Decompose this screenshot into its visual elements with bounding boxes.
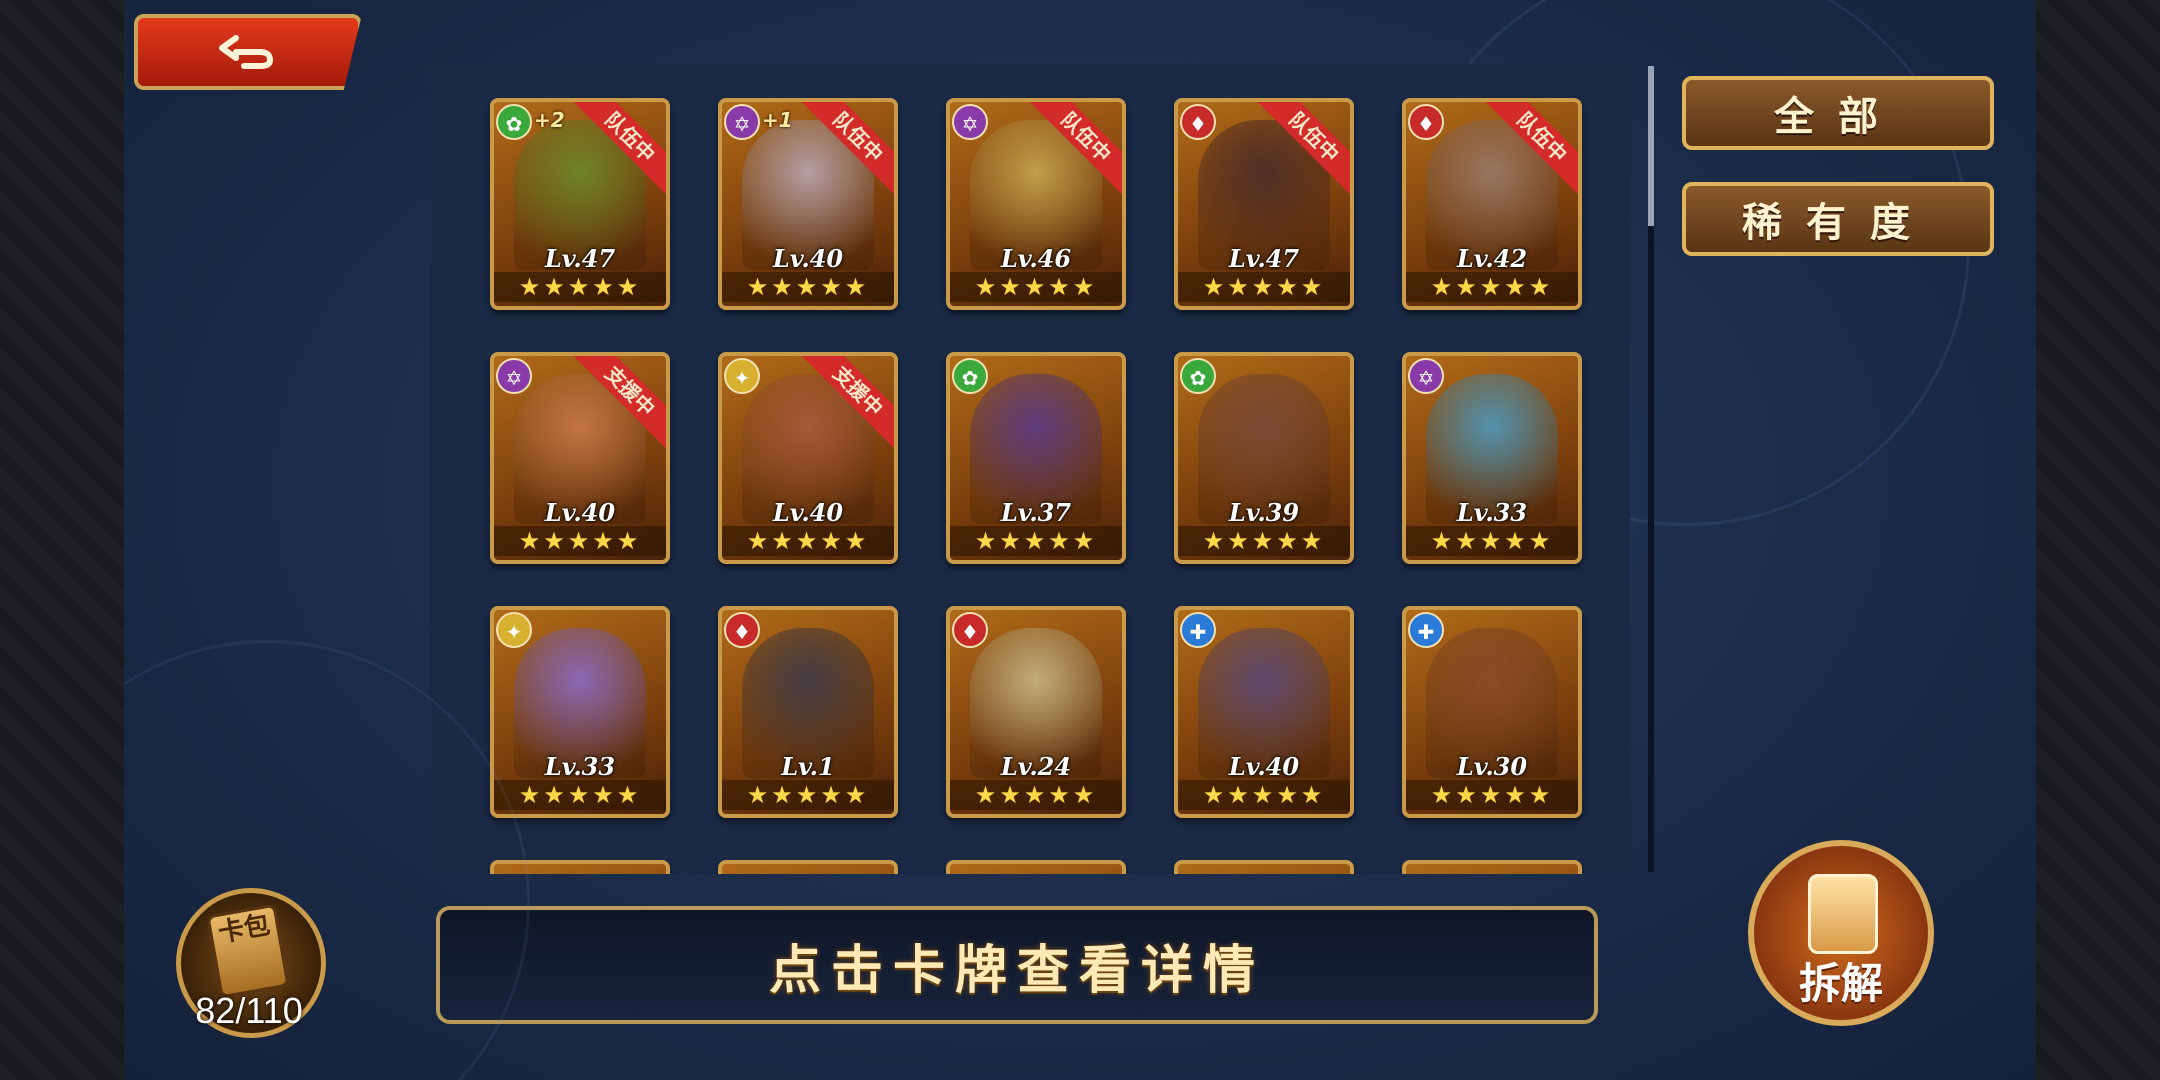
back-arrow-icon [219, 35, 273, 69]
decompose-label: 拆解 [1798, 959, 1883, 1008]
card-level: Lv.47 [544, 244, 616, 273]
decompose-button[interactable]: 拆解 [1748, 840, 1934, 1026]
character-card[interactable]: ✚ Lv.30 ★★★★★ [1402, 606, 1582, 818]
card-level: Lv.39 [1228, 498, 1300, 527]
card-star-rating: ★★★★★ [494, 272, 666, 302]
character-card[interactable] [1402, 860, 1582, 874]
card-level: Lv.40 [772, 244, 844, 273]
card-star-rating: ★★★★★ [950, 272, 1122, 302]
card-inventory-screen: ✿ +2 队伍中 Lv.47 ★★★★★ ✡ +1 队伍中 Lv.40 ★★★★★ ✡ 队伍中 Lv.4… [124, 0, 2036, 1080]
card-level: Lv.37 [1000, 498, 1072, 527]
red-element-icon: ♦ [1180, 104, 1216, 140]
purple-element-icon: ✡ [496, 358, 532, 394]
character-card[interactable] [946, 860, 1126, 874]
card-star-rating: ★★★★★ [1178, 526, 1350, 556]
card-level: Lv.33 [544, 752, 616, 781]
yellow-element-icon: ✦ [496, 612, 532, 648]
card-star-rating: ★★★★★ [494, 780, 666, 810]
character-card[interactable]: ✡ 支援中 Lv.40 ★★★★★ [490, 352, 670, 564]
character-card[interactable]: ✿ Lv.37 ★★★★★ [946, 352, 1126, 564]
character-card[interactable]: ♦ Lv.1 ★★★★★ [718, 606, 898, 818]
hint-bar: 点击卡牌查看详情 [436, 906, 1598, 1024]
green-element-icon: ✿ [1180, 358, 1216, 394]
character-card[interactable]: ✡ +1 队伍中 Lv.40 ★★★★★ [718, 98, 898, 310]
card-level: Lv.40 [772, 498, 844, 527]
card-star-rating: ★★★★★ [1178, 272, 1350, 302]
card-grid-scrollbar[interactable] [1648, 66, 1654, 872]
character-card[interactable]: ♦ 队伍中 Lv.47 ★★★★★ [1174, 98, 1354, 310]
character-card[interactable] [490, 860, 670, 874]
red-element-icon: ♦ [952, 612, 988, 648]
card-star-rating: ★★★★★ [1406, 272, 1578, 302]
card-star-rating: ★★★★★ [722, 526, 894, 556]
card-grid[interactable]: ✿ +2 队伍中 Lv.47 ★★★★★ ✡ +1 队伍中 Lv.40 ★★★★★ ✡ 队伍中 Lv.4… [430, 64, 1630, 874]
card-pack-count: 82/110 [195, 990, 303, 1031]
character-card[interactable]: ✿ Lv.39 ★★★★★ [1174, 352, 1354, 564]
red-element-icon: ♦ [1408, 104, 1444, 140]
green-element-icon: ✿ [952, 358, 988, 394]
character-card[interactable] [1174, 860, 1354, 874]
purple-element-icon: ✡ [1408, 358, 1444, 394]
character-card[interactable]: ✦ 支援中 Lv.40 ★★★★★ [718, 352, 898, 564]
purple-element-icon: ✡ [952, 104, 988, 140]
character-card[interactable]: ♦ Lv.24 ★★★★★ [946, 606, 1126, 818]
character-card[interactable]: ✡ 队伍中 Lv.46 ★★★★★ [946, 98, 1126, 310]
character-card[interactable]: ✿ +2 队伍中 Lv.47 ★★★★★ [490, 98, 670, 310]
right-border [2036, 0, 2160, 1080]
character-card[interactable]: ✚ Lv.40 ★★★★★ [1174, 606, 1354, 818]
card-pack-button[interactable]: 卡包 [176, 888, 326, 1038]
card-level: Lv.33 [1456, 498, 1528, 527]
green-element-icon: ✿ [496, 104, 532, 140]
filter-rarity-button[interactable]: 稀有度 [1682, 182, 1994, 256]
scroll-thumb[interactable] [1648, 66, 1654, 226]
card-level: Lv.40 [544, 498, 616, 527]
red-element-icon: ♦ [724, 612, 760, 648]
card-level: Lv.24 [1000, 752, 1072, 781]
hint-text: 点击卡牌查看详情 [768, 940, 1265, 1001]
back-button[interactable] [134, 14, 362, 90]
purple-element-icon: ✡ [724, 104, 760, 140]
character-card[interactable] [718, 860, 898, 874]
filter-all-button[interactable]: 全部 [1682, 76, 1994, 150]
card-level: Lv.42 [1456, 244, 1528, 273]
card-level: Lv.46 [1000, 244, 1072, 273]
character-card[interactable]: ✦ Lv.33 ★★★★★ [490, 606, 670, 818]
card-level: Lv.47 [1228, 244, 1300, 273]
card-star-rating: ★★★★★ [1406, 526, 1578, 556]
card-star-rating: ★★★★★ [1406, 780, 1578, 810]
left-border [0, 0, 124, 1080]
card-level: Lv.40 [1228, 752, 1300, 781]
blue-element-icon: ✚ [1408, 612, 1444, 648]
character-card[interactable]: ✡ Lv.33 ★★★★★ [1402, 352, 1582, 564]
yellow-element-icon: ✦ [724, 358, 760, 394]
card-star-rating: ★★★★★ [950, 526, 1122, 556]
card-level: Lv.30 [1456, 752, 1528, 781]
card-star-rating: ★★★★★ [722, 272, 894, 302]
card-plus-level: +1 [762, 108, 793, 132]
character-card[interactable]: ♦ 队伍中 Lv.42 ★★★★★ [1402, 98, 1582, 310]
card-level: Lv.1 [781, 752, 835, 781]
card-star-rating: ★★★★★ [494, 526, 666, 556]
card-star-rating: ★★★★★ [1178, 780, 1350, 810]
card-star-rating: ★★★★★ [950, 780, 1122, 810]
decompose-icon [1808, 874, 1878, 954]
card-plus-level: +2 [534, 108, 565, 132]
blue-element-icon: ✚ [1180, 612, 1216, 648]
card-pack-icon: 卡包 [206, 903, 290, 999]
card-star-rating: ★★★★★ [722, 780, 894, 810]
